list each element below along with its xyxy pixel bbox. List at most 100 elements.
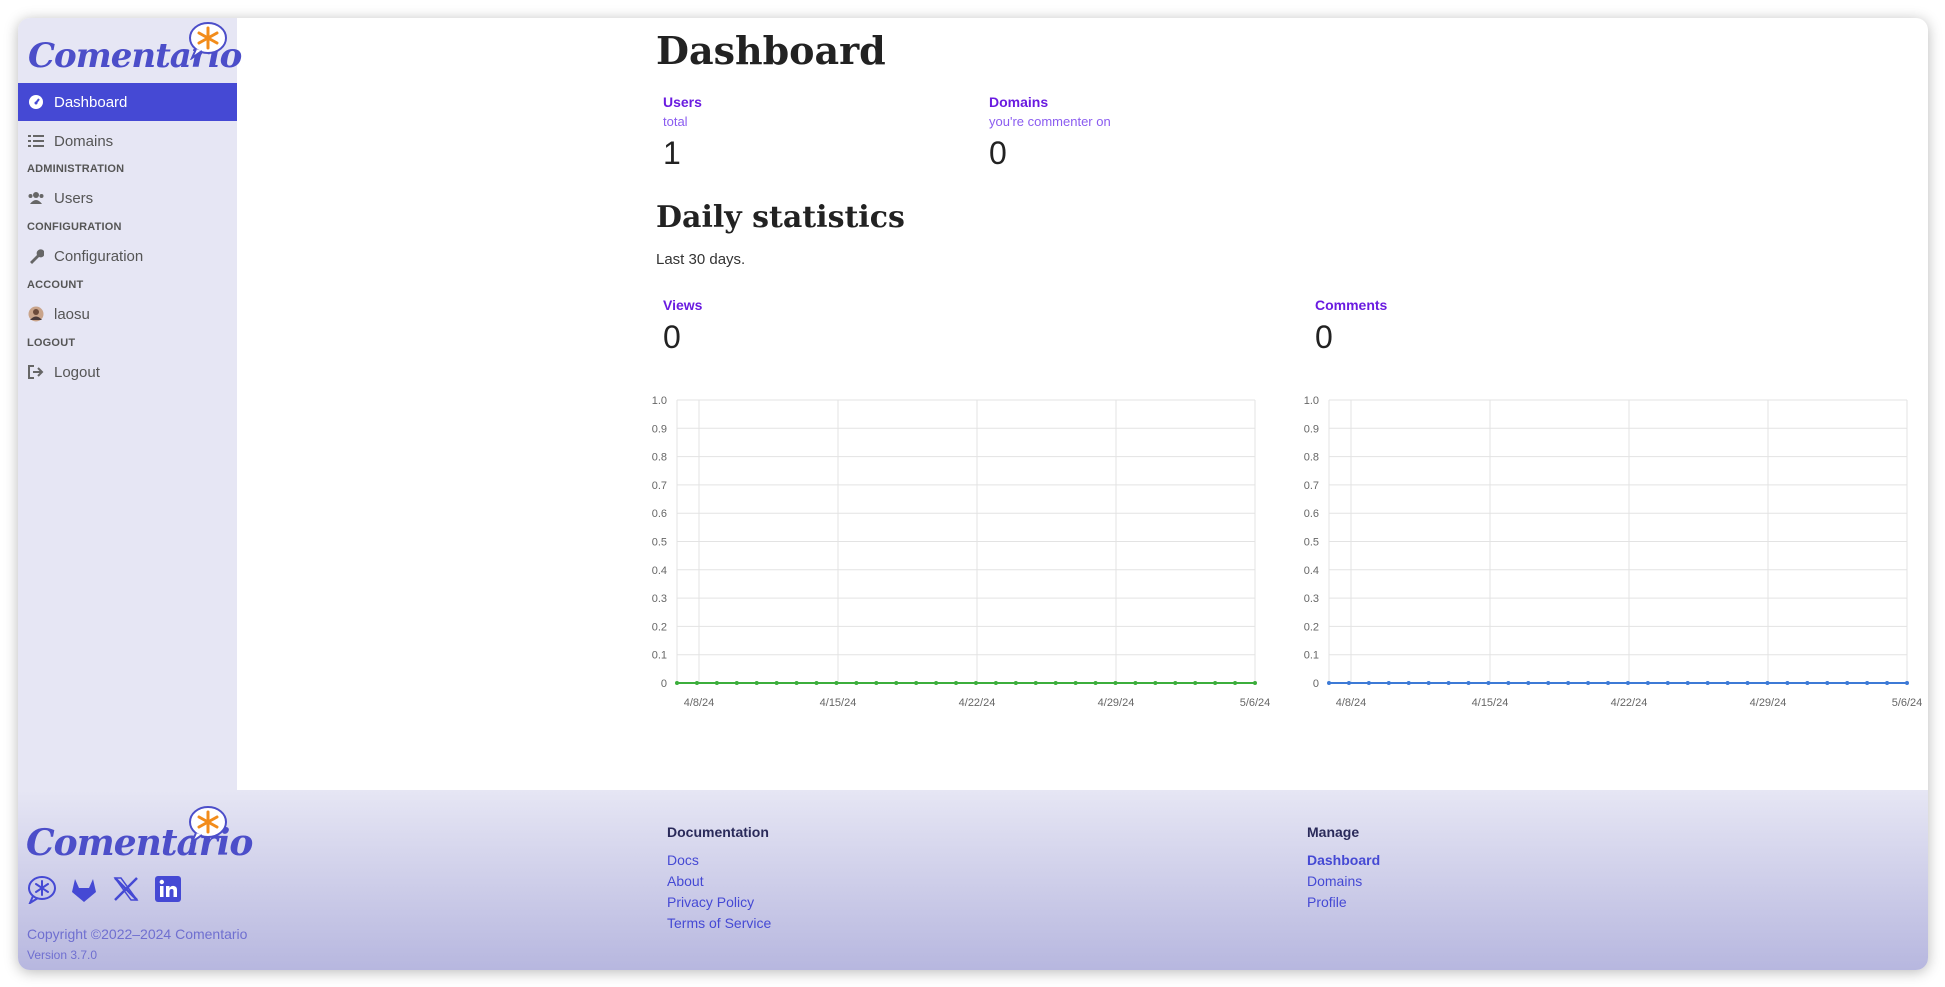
x-tick-label: 5/6/24: [1240, 697, 1271, 709]
avatar-icon: [27, 305, 45, 323]
data-point: [694, 681, 699, 685]
sidebar-item-label: Configuration: [54, 247, 144, 265]
comentario-icon[interactable]: [27, 874, 57, 904]
x-tick-label: 4/22/24: [959, 697, 996, 709]
x-tick-label: 4/29/24: [1098, 697, 1135, 709]
data-point: [1745, 681, 1750, 685]
footer: Comentario Copyright ©2022–2024 Comentar…: [18, 790, 1928, 970]
data-point: [1705, 681, 1710, 685]
x-tick-label: 4/8/24: [684, 697, 715, 709]
data-point: [934, 681, 939, 685]
gitlab-icon[interactable]: [69, 874, 99, 904]
x-tick-label: 4/29/24: [1750, 697, 1787, 709]
asterisk-bubble-icon: [189, 806, 227, 844]
data-point: [1725, 681, 1730, 685]
data-point: [1386, 681, 1391, 685]
chart-total: 0: [663, 319, 681, 355]
sidebar-item-dashboard[interactable]: Dashboard: [18, 83, 237, 121]
y-tick-label: 0.2: [1304, 621, 1319, 633]
chart-title: Comments: [1315, 297, 1388, 313]
sidebar-item-users[interactable]: Users: [18, 179, 237, 217]
footer-link-docs[interactable]: Docs: [667, 850, 771, 871]
sidebar-item-logout[interactable]: Logout: [18, 353, 237, 391]
list-icon: [27, 132, 45, 150]
social-links: [27, 874, 183, 904]
footer-link-terms[interactable]: Terms of Service: [667, 913, 771, 934]
logout-icon: [27, 363, 45, 381]
data-point: [973, 681, 978, 685]
section-administration: ADMINISTRATION: [27, 163, 125, 175]
app-window: Comentario Dashboard Domains ADMINISTRAT…: [18, 18, 1928, 970]
data-point: [854, 681, 859, 685]
data-point: [1053, 681, 1058, 685]
asterisk-bubble-icon: [189, 22, 227, 60]
stat-label: Domains: [989, 94, 1049, 110]
sidebar-item-domains[interactable]: Domains: [18, 122, 237, 160]
version: Version 3.7.0: [27, 948, 98, 962]
data-point: [774, 681, 779, 685]
linkedin-icon[interactable]: [153, 874, 183, 904]
footer-link-privacy[interactable]: Privacy Policy: [667, 892, 771, 913]
data-point: [1153, 681, 1158, 685]
x-tick-label: 4/15/24: [1472, 697, 1509, 709]
copyright: Copyright ©2022–2024 Comentario: [27, 926, 248, 942]
y-tick-label: 0.6: [652, 508, 667, 520]
stat-label: Users: [663, 94, 702, 110]
data-point: [1765, 681, 1770, 685]
x-tick-label: 5/6/24: [1892, 697, 1923, 709]
logo[interactable]: Comentario: [28, 20, 242, 86]
sidebar-item-configuration[interactable]: Configuration: [18, 237, 237, 275]
footer-col-title: Manage: [1307, 824, 1360, 840]
y-tick-label: 0.9: [652, 423, 667, 435]
footer-logo[interactable]: Comentario: [26, 804, 253, 864]
stat-users: Users total 1: [663, 94, 702, 172]
sidebar-item-account[interactable]: laosu: [18, 295, 237, 333]
data-point: [1327, 681, 1331, 685]
data-point: [834, 681, 839, 685]
y-tick-label: 0.2: [652, 621, 667, 633]
section-configuration: CONFIGURATION: [27, 221, 122, 233]
data-point: [1193, 681, 1198, 685]
sidebar-item-label: Logout: [54, 363, 100, 381]
data-point: [874, 681, 879, 685]
y-tick-label: 0: [661, 678, 667, 690]
data-point: [1446, 681, 1451, 685]
stat-value: 0: [989, 135, 1007, 171]
data-point: [1466, 681, 1471, 685]
data-point: [1905, 681, 1909, 685]
views-chart-plot: 4/8/24 4/15/24 4/22/24 4/29/24 5/6/24 0 0.1 0.2…: [652, 395, 1271, 709]
data-point: [1253, 681, 1257, 685]
footer-link-dashboard[interactable]: Dashboard: [1307, 850, 1380, 871]
data-point: [1113, 681, 1118, 685]
footer-link-profile[interactable]: Profile: [1307, 892, 1380, 913]
stat-sub: total: [663, 114, 688, 129]
y-tick-label: 1.0: [652, 395, 667, 407]
data-point: [1845, 681, 1850, 685]
footer-link-about[interactable]: About: [667, 871, 771, 892]
data-point: [1013, 681, 1018, 685]
data-point: [714, 681, 719, 685]
data-point: [1406, 681, 1411, 685]
y-tick-label: 0.3: [652, 593, 667, 605]
data-point: [1625, 681, 1630, 685]
x-icon[interactable]: [111, 874, 141, 904]
section-logout: LOGOUT: [27, 337, 76, 349]
y-tick-label: 0.8: [1304, 452, 1319, 464]
users-icon: [27, 189, 45, 207]
data-point: [734, 681, 739, 685]
data-point: [954, 681, 959, 685]
sidebar-item-label: Domains: [54, 132, 114, 150]
data-point: [1546, 681, 1551, 685]
y-tick-label: 0.9: [1304, 423, 1319, 435]
data-point: [1233, 681, 1238, 685]
y-tick-label: 0.3: [1304, 593, 1319, 605]
section-account: ACCOUNT: [27, 279, 84, 291]
stat-value: 1: [663, 135, 681, 171]
footer-documentation: Documentation Docs About Privacy Policy …: [667, 824, 771, 934]
footer-link-domains[interactable]: Domains: [1307, 871, 1380, 892]
comments-chart-plot: 4/8/24 4/15/24 4/22/24 4/29/24 5/6/24 0 0.1 0.2…: [1304, 395, 1923, 709]
data-point: [1785, 681, 1790, 685]
y-tick-label: 0.6: [1304, 508, 1319, 520]
stat-domains: Domains you're commenter on 0: [989, 94, 1111, 172]
y-tick-label: 0.7: [1304, 480, 1319, 492]
